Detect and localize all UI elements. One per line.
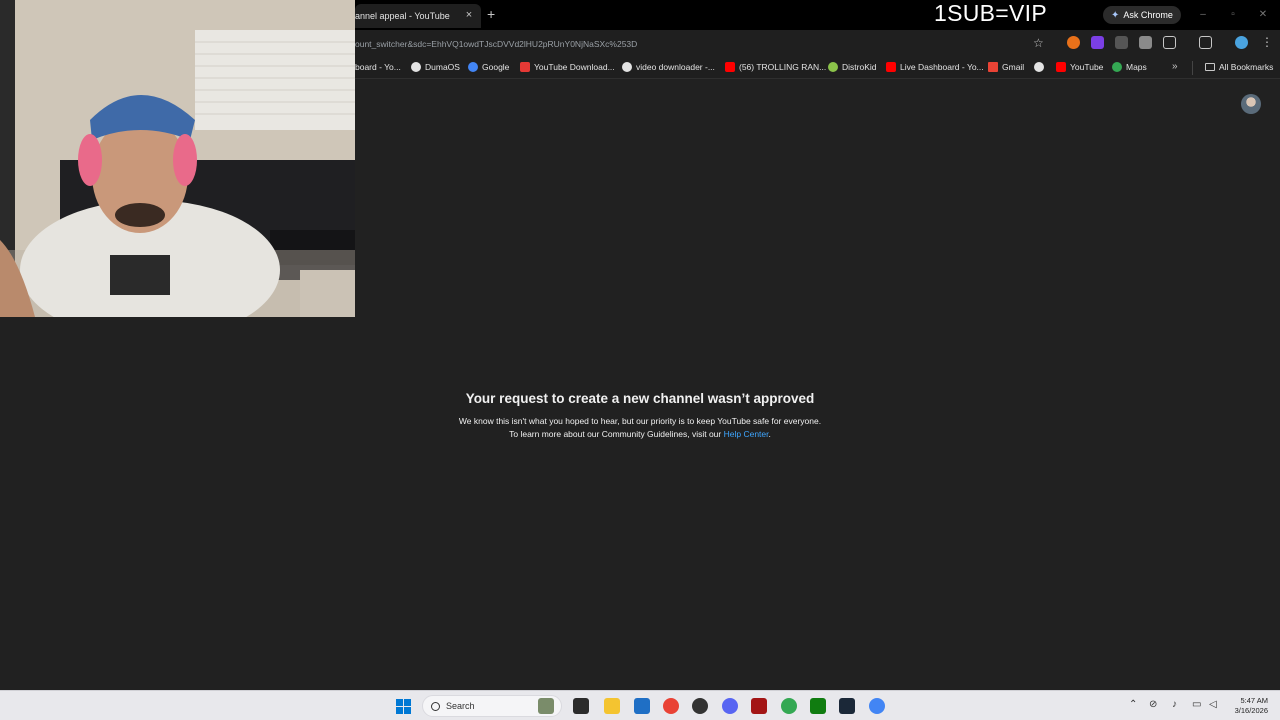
- message-line-2-text: To learn more about our Community Guidel…: [509, 429, 722, 439]
- download-icon: [520, 62, 530, 72]
- search-icon: [431, 701, 440, 711]
- dumaos-icon: [411, 62, 421, 72]
- microphone-icon[interactable]: ♪: [1172, 699, 1177, 710]
- bookmark-label: (56) TROLLING RAN...: [739, 62, 827, 72]
- chrome-active-icon[interactable]: [869, 698, 885, 714]
- bookmark-label: Gmail: [1002, 62, 1025, 72]
- extension-icon-3[interactable]: [1115, 36, 1128, 49]
- discord-icon[interactable]: [722, 698, 738, 714]
- bookmark-item[interactable]: Maps: [1112, 62, 1147, 72]
- chrome-profile-icon[interactable]: [781, 698, 797, 714]
- help-center-link[interactable]: Help Center: [724, 429, 769, 439]
- extension-icon-4[interactable]: [1139, 36, 1152, 49]
- bookmark-item[interactable]: DumaOS: [411, 62, 460, 72]
- webcam-overlay: [0, 0, 355, 317]
- ask-chrome-button[interactable]: ✦ Ask Chrome: [1103, 6, 1181, 24]
- bookmark-item[interactable]: video downloader -...: [622, 62, 715, 72]
- task-view-icon[interactable]: [573, 698, 589, 714]
- widget-icon[interactable]: [538, 698, 554, 714]
- bookmarks-divider: [1192, 61, 1193, 75]
- bookmark-label: board - Yo...: [355, 62, 401, 72]
- message-line-1: We know this isn't what you hoped to hea…: [458, 416, 822, 426]
- bookmark-item[interactable]: Live Dashboard - Yo...: [886, 62, 984, 72]
- bookmark-label: video downloader -...: [636, 62, 715, 72]
- volume-icon[interactable]: ◁: [1209, 699, 1217, 710]
- all-bookmarks-button[interactable]: All Bookmarks: [1205, 62, 1273, 72]
- url-field[interactable]: ount_switcher&sdc=EhhVQ1owdTJscDVVd2lHU2…: [355, 39, 637, 49]
- sparkle-icon: ✦: [1111, 9, 1120, 21]
- gmail-icon: [988, 62, 998, 72]
- extension-icon-2[interactable]: [1091, 36, 1104, 49]
- obs-icon[interactable]: [692, 698, 708, 714]
- ask-chrome-label: Ask Chrome: [1123, 10, 1173, 20]
- close-window-icon[interactable]: ✕: [1256, 9, 1270, 20]
- tab-title: annel appeal - YouTube: [355, 11, 450, 21]
- google-icon: [468, 62, 478, 72]
- chrome-menu-icon[interactable]: ⋮: [1261, 35, 1273, 49]
- bookmark-label: Google: [482, 62, 510, 72]
- bookmark-item[interactable]: DistroKid: [828, 62, 876, 72]
- taskbar-clock[interactable]: 5:47 AM 3/16/2026: [1226, 696, 1268, 716]
- maps-pin-icon: [1112, 62, 1122, 72]
- globe-icon: [1034, 62, 1044, 72]
- youtube-icon: [886, 62, 896, 72]
- bookmark-label: DistroKid: [842, 62, 877, 72]
- active-tab[interactable]: annel appeal - YouTube ×: [355, 4, 481, 28]
- clock-date: 3/16/2026: [1234, 706, 1268, 715]
- more-bookmarks-icon[interactable]: »: [1172, 61, 1178, 72]
- bookmark-item[interactable]: (56) TROLLING RAN...: [725, 62, 826, 72]
- bookmark-item[interactable]: Google: [468, 62, 509, 72]
- file-explorer-icon[interactable]: [604, 698, 620, 714]
- webcam-feed-image: [0, 0, 355, 317]
- distrokid-icon: [828, 62, 838, 72]
- tray-overflow-icon[interactable]: ⌃: [1129, 699, 1137, 710]
- store-icon[interactable]: [634, 698, 650, 714]
- bookmark-item[interactable]: YouTube Download...: [520, 62, 615, 72]
- xbox-icon[interactable]: [810, 698, 826, 714]
- adobe-icon[interactable]: [751, 698, 767, 714]
- message-line-2-end: .: [768, 429, 771, 439]
- windows-start-icon[interactable]: [396, 699, 411, 714]
- side-panel-icon[interactable]: [1199, 36, 1212, 49]
- bookmark-item[interactable]: Gmail: [988, 62, 1024, 72]
- bookmark-item[interactable]: board - Yo...: [355, 62, 401, 72]
- display-icon[interactable]: ▭: [1192, 699, 1201, 710]
- screen: annel appeal - YouTube × + 1SUB=VIP ✦ As…: [0, 0, 1280, 720]
- steam-icon[interactable]: [839, 698, 855, 714]
- tab-close-icon[interactable]: ×: [463, 9, 475, 21]
- all-bookmarks-label: All Bookmarks: [1219, 62, 1274, 72]
- minimize-icon[interactable]: –: [1196, 9, 1210, 20]
- youtube-icon: [725, 62, 735, 72]
- bookmark-label: Live Dashboard - Yo...: [900, 62, 984, 72]
- page-title: Your request to create a new channel was…: [465, 391, 815, 406]
- google-icon: [622, 62, 632, 72]
- bookmark-star-icon[interactable]: ☆: [1033, 36, 1044, 50]
- bookmark-item[interactable]: YouTube: [1056, 62, 1103, 72]
- youtube-icon: [1056, 62, 1066, 72]
- taskbar-search-label: Search: [446, 701, 475, 711]
- stream-overlay-text: 1SUB=VIP: [934, 0, 1047, 26]
- bookmark-item[interactable]: [1034, 62, 1044, 72]
- bookmark-label: YouTube: [1070, 62, 1104, 72]
- new-tab-icon[interactable]: +: [487, 7, 495, 21]
- bookmark-label: YouTube Download...: [534, 62, 615, 72]
- message-line-2: To learn more about our Community Guidel…: [0, 429, 1280, 439]
- extension-icon-1[interactable]: [1067, 36, 1080, 49]
- windows-taskbar: Search ⌃ ⊘ ♪ ▭ ◁ 5:47 AM 3/16/2026: [0, 690, 1280, 720]
- chrome-icon[interactable]: [663, 698, 679, 714]
- maximize-icon[interactable]: ▫: [1226, 9, 1240, 20]
- bookmark-label: DumaOS: [425, 62, 460, 72]
- clock-time: 5:47 AM: [1240, 696, 1268, 705]
- folder-icon: [1205, 63, 1215, 71]
- no-network-icon[interactable]: ⊘: [1149, 699, 1157, 710]
- extensions-puzzle-icon[interactable]: [1163, 36, 1176, 49]
- account-avatar[interactable]: [1241, 94, 1261, 114]
- bookmark-label: Maps: [1126, 62, 1147, 72]
- profile-avatar-icon[interactable]: [1235, 36, 1248, 49]
